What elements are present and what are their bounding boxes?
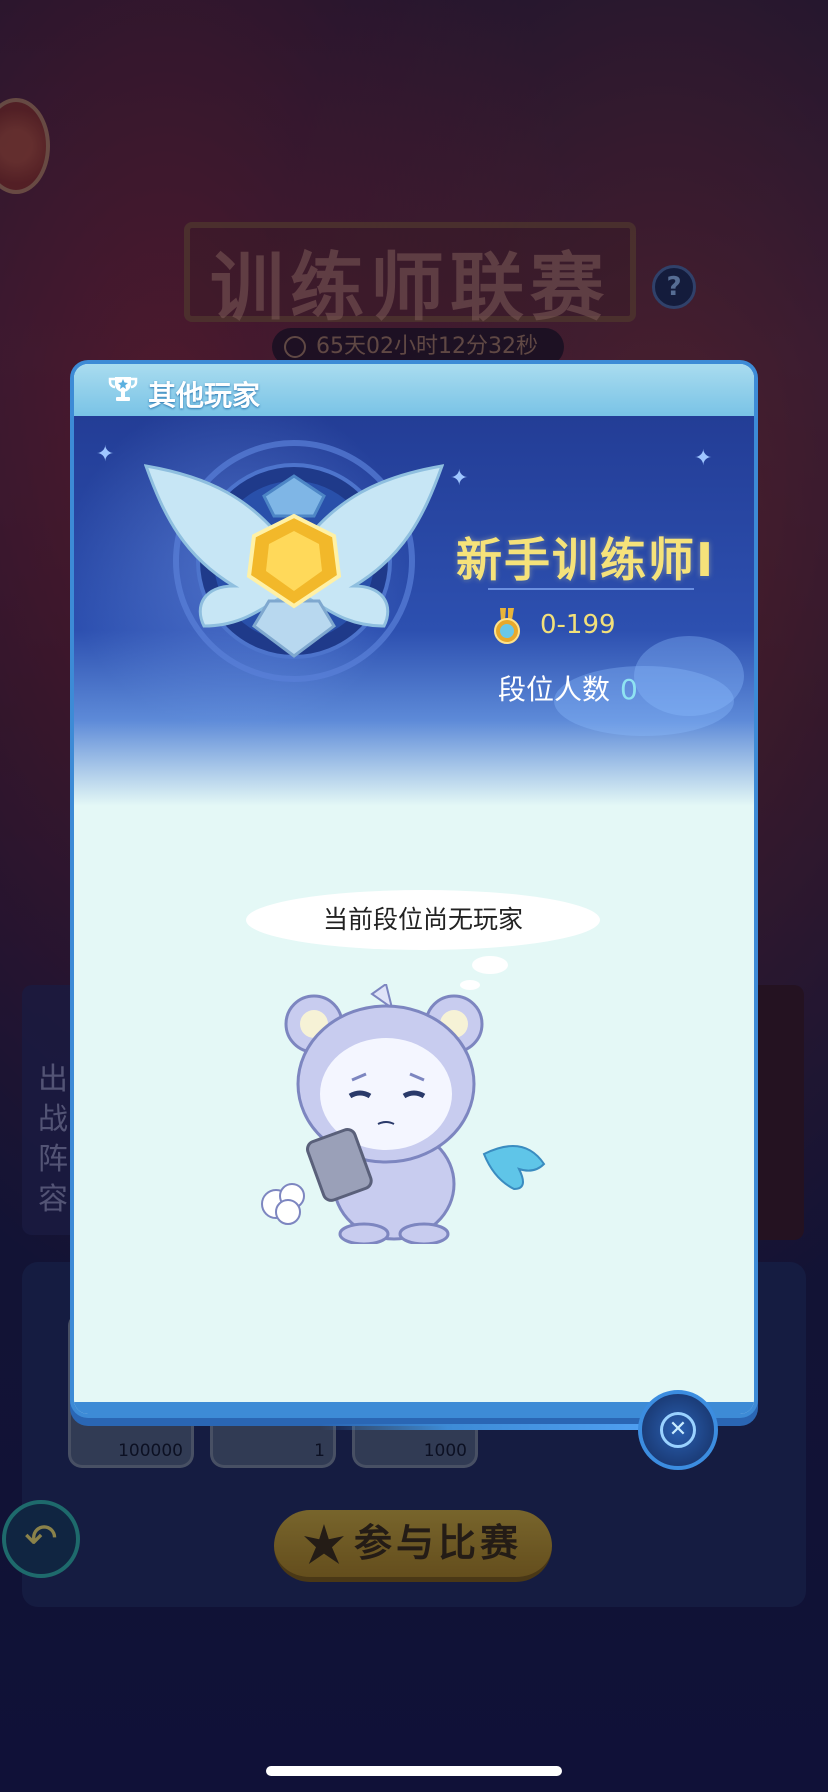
- medal-icon: [494, 608, 520, 644]
- rank-player-count-label: 段位人数: [498, 673, 611, 706]
- close-button[interactable]: ✕: [638, 1390, 718, 1470]
- rank-name: 新手训练师I: [456, 533, 716, 587]
- rank-player-count-value: 0: [620, 673, 638, 706]
- sparkle-icon: ✦: [694, 446, 713, 471]
- sad-mascot-illustration: [261, 984, 546, 1244]
- rank-banner: ✦ ✦ ✦ 新手训练师I 0-199 段位人数 0: [74, 416, 754, 806]
- close-icon: ✕: [660, 1412, 696, 1448]
- score-range: 0-199: [540, 610, 616, 640]
- cloud-decoration: [634, 636, 744, 716]
- dialog-header: 其他玩家: [74, 364, 754, 416]
- thought-dot: [472, 956, 508, 974]
- rank-player-count: 段位人数 0: [498, 668, 638, 708]
- trophy-icon: [108, 377, 138, 401]
- empty-message-bubble: 当前段位尚无玩家: [246, 890, 600, 950]
- other-players-dialog: 其他玩家 ✦ ✦ ✦ 新手训练师I 0-199 段位人数 0 当前段位尚无玩家: [74, 364, 754, 1414]
- rank-divider: [488, 588, 694, 590]
- dialog-title: 其他玩家: [148, 379, 261, 412]
- sparkle-icon: ✦: [450, 466, 469, 491]
- home-indicator[interactable]: [266, 1766, 562, 1776]
- rank-badge-icon: [144, 440, 444, 682]
- close-bar-decoration: [320, 1424, 640, 1430]
- sparkle-icon: ✦: [96, 442, 115, 467]
